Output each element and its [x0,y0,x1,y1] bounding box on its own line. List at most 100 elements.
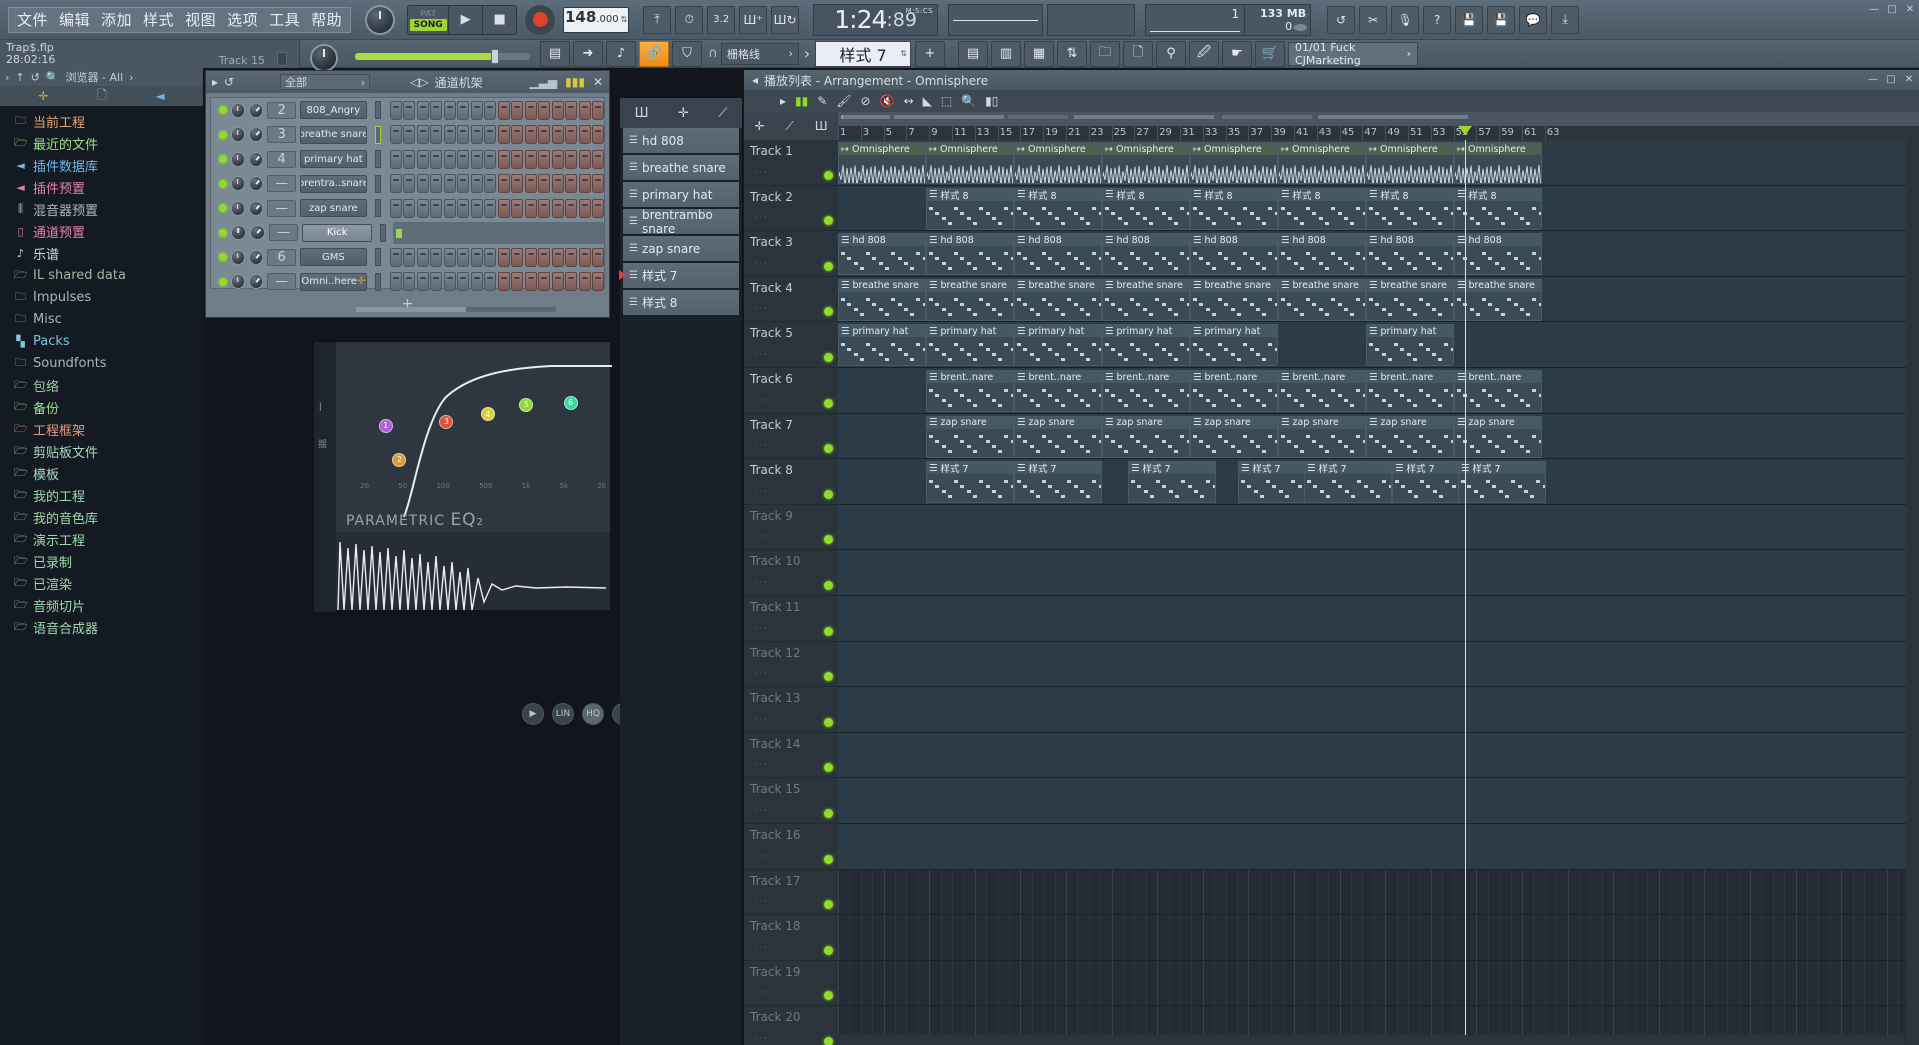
browser-icon[interactable]: 🗀 [1090,40,1120,67]
cr-swing-icon[interactable]: ▮▮▮ [565,75,585,89]
step-sequencer-row[interactable] [389,198,605,218]
step-button[interactable] [565,125,578,145]
channel-volume-knob[interactable] [248,176,264,192]
step-button[interactable] [551,247,564,267]
step-button[interactable] [592,272,605,292]
track-enable-led[interactable] [824,307,833,317]
step-button[interactable] [484,198,497,218]
step-button[interactable] [538,198,551,218]
playlist-clip[interactable]: ☰ brent..nare [926,370,1014,412]
step-button[interactable] [389,272,402,292]
play-button[interactable]: ▶ [448,5,483,34]
step-button[interactable] [592,125,605,145]
pattern-spinner-icon[interactable]: ⇅ [900,49,907,58]
track-enable-led[interactable] [824,261,833,271]
playlist-clip[interactable]: ☰ zap snare [1454,415,1542,458]
step-sequencer-row[interactable] [392,221,605,244]
playlist-clip[interactable]: ↦ Omnisphere [1190,142,1278,184]
browser-item-8[interactable]: 🗀 Impulses [0,286,203,308]
link-tool-icon[interactable]: 🔗 [639,40,669,67]
pitch-slider[interactable] [948,3,1044,36]
memory-meter[interactable]: 133 MB 0 [1245,3,1312,36]
step-button[interactable] [416,272,429,292]
metronome-icon[interactable]: ⤒ [643,5,672,34]
browser-item-14[interactable]: 🗁 工程框架 [0,418,203,440]
step-button[interactable] [443,198,456,218]
step-sequencer-row[interactable] [389,100,605,120]
save-as-icon[interactable]: 💾 [1487,5,1516,34]
grid-row-16[interactable] [838,824,1919,870]
playlist-ruler[interactable]: ‹ 1 3 5 7 9 11 13 15 17 19 21 23 25 27 29 31 33 35 37 39 41 4… [838,112,1919,140]
track-enable-led[interactable] [824,991,833,1001]
track-header-3[interactable]: Track 3 ··· [744,231,838,277]
channel-pan-knob[interactable] [230,127,245,143]
mute-tool-icon[interactable]: ⛉ [672,40,702,67]
playlist-horizontal-scrollbar[interactable] [838,1035,1905,1045]
menu-item-pattern[interactable]: 样式 [143,9,174,30]
playhead-marker[interactable] [1458,126,1472,135]
playlist-menu-icon[interactable]: ◂ [752,73,758,87]
pl-play-icon[interactable]: ▸ [780,94,786,108]
track-header-9[interactable]: Track 9 ··· [744,505,838,551]
playlist-clip[interactable]: ☰ zap snare [1366,415,1454,458]
help-icon[interactable]: ? [1423,5,1452,34]
channel-pan-knob[interactable] [230,102,245,118]
playlist-clip[interactable]: ☰ zap snare [1190,415,1278,458]
step-button[interactable] [484,272,497,292]
step-button[interactable] [511,174,524,194]
browser-item-19[interactable]: 🗁 演示工程 [0,528,203,550]
track-enable-led[interactable] [824,170,833,180]
channel-name-button[interactable]: breathe snare [300,125,367,144]
grid-row-9[interactable] [838,504,1919,551]
track-header-6[interactable]: Track 6 ··· [744,368,838,414]
step-button[interactable] [511,198,524,218]
playlist-minimize-button[interactable]: — [1865,71,1881,87]
browser-item-13[interactable]: 🗁 备份 [0,396,203,418]
step-button[interactable] [416,247,429,267]
track-enable-led[interactable] [824,535,833,545]
step-button[interactable] [551,125,564,145]
step-button[interactable] [443,100,456,120]
pl-playback-icon[interactable]: ▮▯ [985,94,998,108]
save-icon[interactable]: 💾 [1455,5,1484,34]
playlist-clip[interactable]: ↦ Omnisphere [1454,142,1542,184]
channel-enable-led[interactable] [219,253,227,262]
channel-rack-icon[interactable]: ▦ [1024,40,1054,67]
playlist-clip[interactable]: ↦ Omnisphere [1014,142,1102,184]
browser-tab-plugin-icon[interactable]: ◄ [155,89,164,103]
playlist-clip[interactable]: ☰ brent..nare [1014,370,1102,412]
step-button[interactable] [524,149,537,169]
step-button[interactable] [430,100,443,120]
channel-volume-knob[interactable] [248,274,264,290]
playlist-clip[interactable]: ☰ hd 808 [1190,233,1278,276]
step-button[interactable] [497,272,510,292]
playlist-clip[interactable]: ☰ brent..nare [1366,370,1454,412]
playlist-clip[interactable]: ↦ Omnisphere [1366,142,1454,184]
pattern-song-toggle[interactable]: PAT SONG [408,5,449,34]
step-button[interactable] [497,149,510,169]
step-button[interactable] [511,100,524,120]
menu-item-add[interactable]: 添加 [101,9,132,30]
channel-pan-knob[interactable] [230,225,246,241]
step-button[interactable] [470,149,483,169]
step-button[interactable] [430,174,443,194]
pl-mute-icon[interactable]: 🔇 [880,94,895,108]
step-button[interactable] [551,100,564,120]
step-button[interactable] [578,174,591,194]
stop-button[interactable]: ■ [482,5,517,34]
step-button[interactable] [389,174,402,194]
step-button[interactable] [457,125,470,145]
step-button[interactable] [470,247,483,267]
grid-row-19[interactable] [838,961,1919,1007]
pl-select-icon[interactable]: ⬚ [941,94,952,108]
browser-item-20[interactable]: 🗁 已录制 [0,550,203,572]
step-button[interactable] [443,149,456,169]
playlist-clip[interactable]: ☰ zap snare [1278,415,1366,458]
eq-hq-button[interactable]: HQ [582,703,604,725]
track-enable-led[interactable] [824,672,833,682]
playlist-clip[interactable]: ☰ zap snare [926,415,1014,458]
playlist-clip[interactable]: ☰ breathe snare [1454,278,1542,321]
playlist-clip[interactable]: ☰ primary hat [926,324,1014,367]
step-sequencer-row[interactable] [389,149,605,169]
channel-name-button[interactable]: Omni..here ✛ [300,272,367,291]
